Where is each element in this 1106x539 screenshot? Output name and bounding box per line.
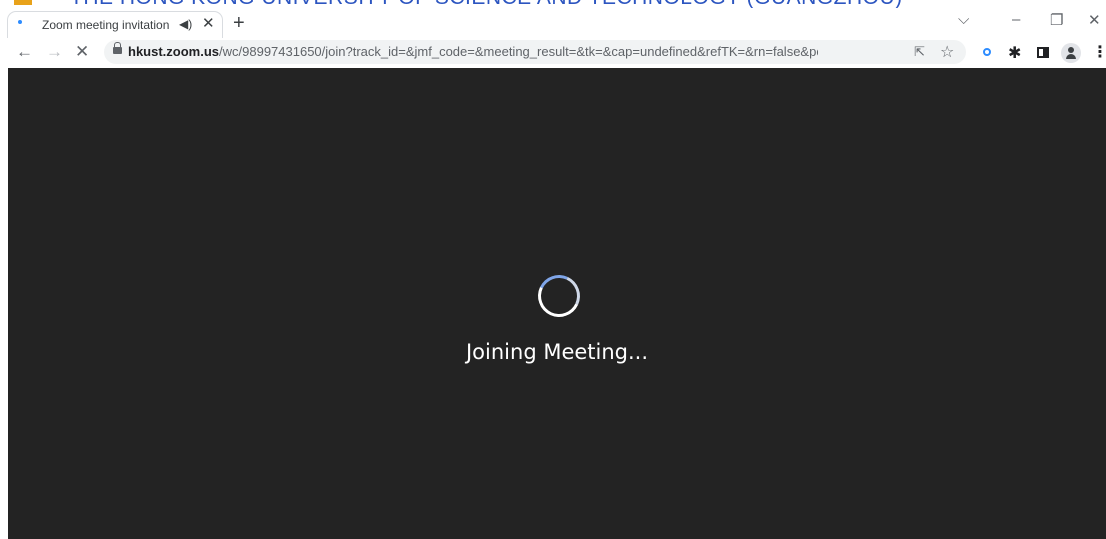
bookmark-star-icon[interactable]: ☆ <box>940 42 954 62</box>
url-text[interactable]: hkust.zoom.us/wc/98997431650/join?track_… <box>128 44 818 59</box>
window-close-button[interactable]: ✕ <box>1088 11 1101 29</box>
side-panel-icon[interactable] <box>1037 47 1049 58</box>
back-button[interactable]: ← <box>16 42 33 62</box>
url-host: hkust.zoom.us <box>128 44 220 59</box>
stop-loading-button[interactable]: ✕ <box>75 42 89 62</box>
profile-avatar-icon[interactable] <box>1061 43 1081 63</box>
menu-kebab-icon[interactable]: ⋮ <box>1092 42 1106 62</box>
zoom-extension-icon[interactable] <box>983 48 991 56</box>
background-window-title: THE HONG KONG UNIVERSITY OF SCIENCE AND … <box>70 0 903 8</box>
loading-spinner-icon <box>532 269 586 323</box>
speaker-icon[interactable]: ◀) <box>179 17 192 31</box>
new-tab-button[interactable]: + <box>233 12 245 35</box>
restore-button[interactable]: ❐ <box>1050 11 1063 29</box>
forward-button[interactable]: → <box>46 42 63 62</box>
minimize-button[interactable]: – <box>1012 11 1020 28</box>
tab-title: Zoom meeting invitation - <box>42 18 172 32</box>
extensions-puzzle-icon[interactable]: ✱ <box>1008 43 1021 63</box>
browser-toolbar: ← → ✕ hkust.zoom.us/wc/98997431650/join?… <box>0 38 1106 68</box>
tab-bar: Zoom meeting invitation - ◀) ✕ + ⌵ – ❐ ✕ <box>0 8 1106 38</box>
tab-zoom-meeting[interactable]: Zoom meeting invitation - ◀) ✕ <box>8 12 222 38</box>
loading-favicon-icon <box>18 20 22 24</box>
joining-status-text: Joining Meeting... <box>465 340 649 364</box>
address-bar[interactable]: hkust.zoom.us/wc/98997431650/join?track_… <box>104 40 966 64</box>
share-icon[interactable]: ⇱ <box>914 44 925 60</box>
tab-close-icon[interactable]: ✕ <box>202 14 215 32</box>
university-logo-icon <box>14 0 32 5</box>
lock-icon[interactable] <box>113 42 122 54</box>
tab-search-chevron-icon[interactable]: ⌵ <box>958 11 969 28</box>
zoom-web-client-viewport: Joining Meeting... <box>8 68 1106 539</box>
background-window-strip: THE HONG KONG UNIVERSITY OF SCIENCE AND … <box>0 0 1106 8</box>
url-path: /wc/98997431650/join?track_id=&jmf_code=… <box>219 44 818 59</box>
